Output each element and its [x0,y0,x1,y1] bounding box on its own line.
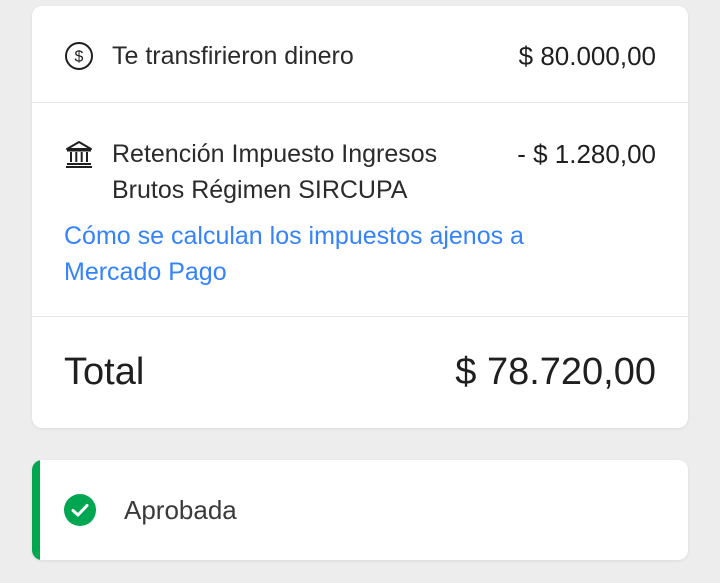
status-accent-bar [32,460,40,560]
dollar-circle-icon: $ [64,41,94,71]
total-label: Total [64,351,145,393]
total-amount: $ 78.720,00 [455,351,656,393]
retention-row: Retención Impuesto Ingresos Brutos Régim… [32,102,688,316]
transfer-amount: $ 80.000,00 [518,41,656,71]
transfer-label: Te transfirieron dinero [112,42,354,70]
check-circle-icon [64,494,96,526]
retention-amount: - $ 1.280,00 [517,139,656,169]
svg-text:$: $ [75,49,84,66]
transfer-row: $ Te transfirieron dinero $ 80.000,00 [32,6,688,102]
status-label: Aprobada [124,495,237,525]
retention-label: Retención Impuesto Ingresos Brutos Régim… [112,140,438,204]
tax-info-link[interactable]: Cómo se calculan los impuestos ajenos a … [64,218,624,290]
payment-summary-card: $ Te transfirieron dinero $ 80.000,00 Re… [32,6,688,428]
status-card: Aprobada [32,460,688,560]
total-row: Total $ 78.720,00 [32,316,688,428]
bank-icon [64,139,94,169]
